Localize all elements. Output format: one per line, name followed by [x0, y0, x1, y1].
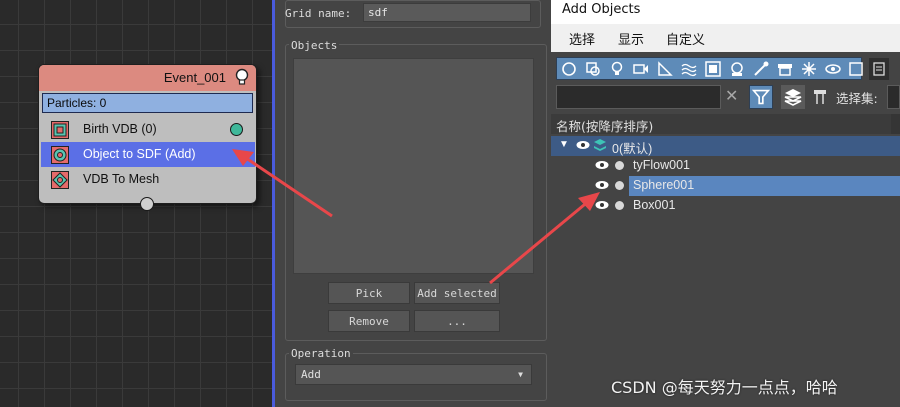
add-selected-button[interactable]: Add selected: [414, 282, 500, 304]
selection-set-field[interactable]: [887, 85, 900, 109]
lights-filter-icon[interactable]: [608, 60, 626, 78]
menu-display[interactable]: 显示: [618, 29, 644, 48]
operation-group-label: Operation: [289, 347, 353, 360]
operator-birth-vdb[interactable]: Birth VDB (0): [41, 117, 255, 142]
object-name: Box001: [633, 198, 676, 212]
object-to-sdf-icon: [51, 146, 69, 164]
dropdown-arrow-icon: ▼: [518, 370, 523, 379]
operation-select-value: Add: [301, 368, 321, 381]
layer-icon: [594, 139, 606, 151]
objects-list[interactable]: [293, 58, 534, 274]
object-dot-icon: [615, 201, 624, 210]
birth-vdb-icon: [51, 121, 69, 139]
clear-search-icon[interactable]: ✕: [725, 86, 738, 105]
objects-group-label: Objects: [289, 39, 340, 52]
xrefs-filter-icon[interactable]: [728, 60, 746, 78]
column-header-edge: [891, 114, 900, 134]
geometry-filter-icon[interactable]: [560, 60, 578, 78]
selection-set-icon[interactable]: [813, 88, 827, 106]
eye-icon[interactable]: [595, 180, 609, 190]
particles-count: Particles: 0: [42, 93, 253, 113]
grid-name-label: Grid name:: [285, 7, 352, 20]
expand-arrow-icon[interactable]: ▼: [559, 139, 569, 150]
operator-label: VDB To Mesh: [83, 172, 160, 186]
name-column-header[interactable]: 名称(按降序排序): [551, 114, 900, 134]
selection-set-label: 选择集:: [836, 91, 878, 106]
dialog-menu-bar: 选择 显示 自定义: [551, 24, 900, 52]
tree-row-layer[interactable]: ▼ 0(默认): [551, 136, 900, 156]
more-button[interactable]: ...: [414, 310, 500, 332]
pick-button[interactable]: Pick: [328, 282, 410, 304]
object-name: Sphere001: [633, 178, 695, 192]
eye-icon[interactable]: [576, 140, 590, 150]
flow-graph-canvas[interactable]: Event_001 Particles: 0 Birth VDB (0) Obj…: [0, 0, 272, 407]
operator-label: Birth VDB (0): [83, 122, 157, 136]
operator-vdb-to-mesh[interactable]: VDB To Mesh: [41, 167, 255, 192]
event-node[interactable]: Event_001 Particles: 0 Birth VDB (0) Obj…: [38, 64, 257, 211]
tree-row-object-selected[interactable]: Sphere001: [551, 176, 900, 196]
dialog-title: Add Objects: [551, 0, 900, 24]
object-dot-icon: [615, 161, 624, 170]
object-dot-icon: [615, 181, 624, 190]
layer-toggle-button[interactable]: [781, 85, 805, 109]
menu-select[interactable]: 选择: [569, 29, 595, 48]
event-node-title: Event_001: [163, 70, 226, 85]
frozen-filter-icon[interactable]: [847, 60, 865, 78]
input-port[interactable]: [140, 197, 154, 211]
eye-icon[interactable]: [595, 200, 609, 210]
containers-filter-icon[interactable]: [776, 60, 794, 78]
eye-filter-icon[interactable]: [824, 60, 842, 78]
output-port[interactable]: [230, 123, 243, 136]
vdb-to-mesh-icon: [51, 171, 69, 189]
operator-object-to-sdf[interactable]: Object to SDF (Add): [41, 142, 255, 167]
object-name: tyFlow001: [633, 158, 690, 172]
tree-row-object[interactable]: tyFlow001: [551, 156, 900, 176]
groups-filter-icon[interactable]: [704, 60, 722, 78]
grid-name-input[interactable]: sdf: [363, 3, 531, 22]
watermark-text: CSDN @每天努力一点点，哈哈: [611, 378, 838, 397]
operation-select[interactable]: Add ▼: [295, 364, 532, 385]
eye-icon[interactable]: [595, 160, 609, 170]
tree-row-object[interactable]: Box001: [551, 196, 900, 216]
filter-toolbar: [556, 57, 865, 80]
filter-toggle-button[interactable]: [749, 85, 773, 109]
event-node-header[interactable]: Event_001: [39, 65, 256, 91]
cameras-filter-icon[interactable]: [632, 60, 650, 78]
bones-filter-icon[interactable]: [752, 60, 770, 78]
list-view-button[interactable]: [869, 58, 889, 80]
list-icon: [873, 62, 885, 76]
operator-parameters-panel: Grid name: sdf Objects Pick Add selected…: [275, 0, 551, 407]
spacewarps-filter-icon[interactable]: [680, 60, 698, 78]
helpers-filter-icon[interactable]: [656, 60, 674, 78]
layer-name: 0(默认): [612, 142, 653, 156]
particles-filter-icon[interactable]: [800, 60, 818, 78]
search-input[interactable]: [556, 85, 721, 109]
shapes-filter-icon[interactable]: [584, 60, 602, 78]
menu-customize[interactable]: 自定义: [666, 29, 705, 48]
funnel-icon: [751, 89, 771, 105]
remove-button[interactable]: Remove: [328, 310, 410, 332]
operator-label: Object to SDF (Add): [83, 147, 196, 161]
layers-icon: [784, 89, 802, 106]
lightbulb-icon[interactable]: [235, 68, 249, 86]
